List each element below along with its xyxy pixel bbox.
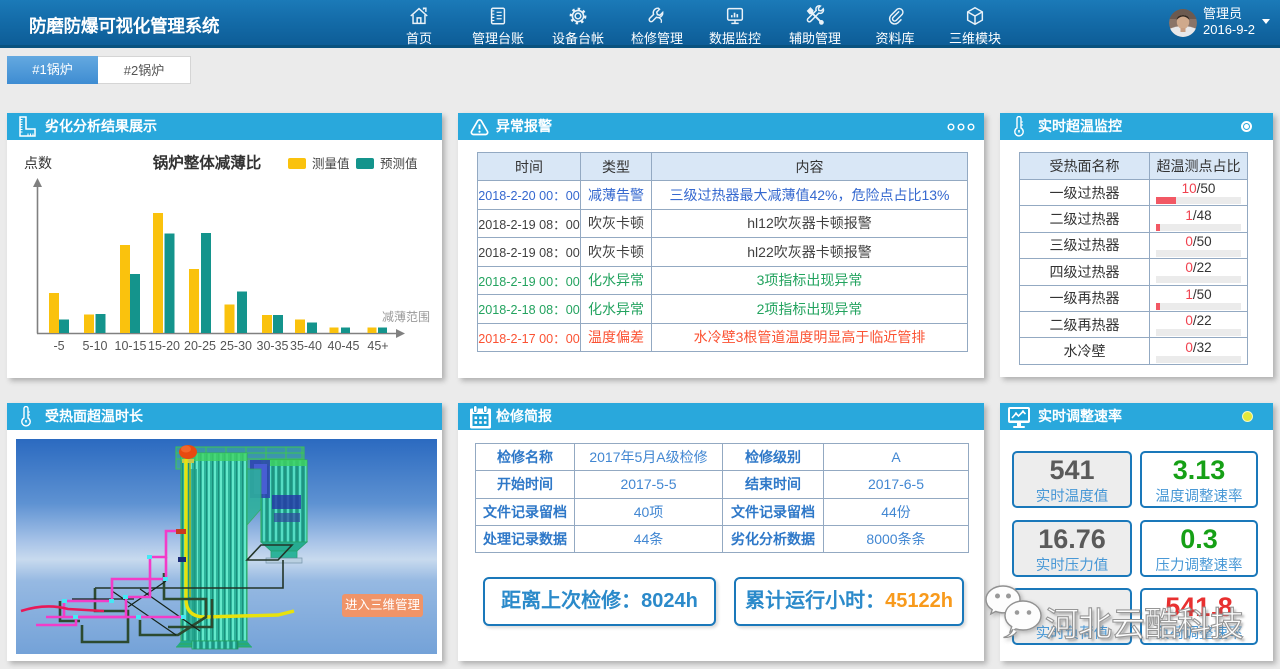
svg-text:-5: -5	[53, 339, 64, 353]
svg-text:锅炉整体减薄比: 锅炉整体减薄比	[153, 153, 262, 172]
svg-text:40-45: 40-45	[328, 339, 360, 353]
svg-text:减薄范围: 减薄范围	[382, 309, 430, 324]
svg-text:25-30: 25-30	[220, 339, 252, 353]
svg-text:15-20: 15-20	[148, 339, 180, 353]
svg-text:10-15: 10-15	[115, 339, 147, 353]
svg-text:45+: 45+	[367, 339, 388, 353]
svg-text:测量值: 测量值	[312, 156, 350, 171]
svg-text:20-25: 20-25	[184, 339, 216, 353]
svg-text:35-40: 35-40	[290, 339, 322, 353]
svg-text:点数: 点数	[24, 155, 52, 171]
svg-text:预测值: 预测值	[380, 156, 418, 171]
svg-text:30-35: 30-35	[257, 339, 289, 353]
svg-text:5-10: 5-10	[82, 339, 107, 353]
